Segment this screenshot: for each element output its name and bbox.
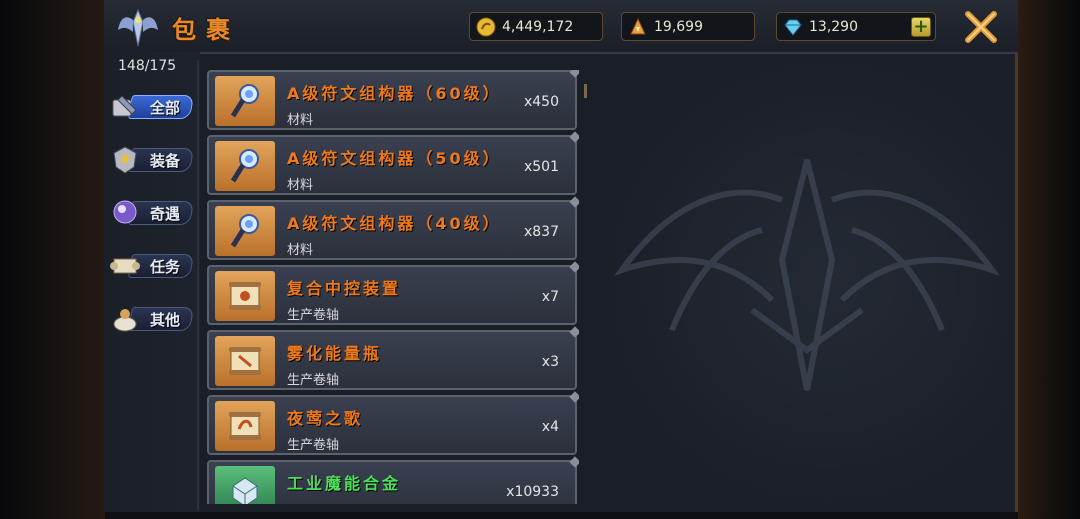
diamond-value: 13,290	[809, 18, 858, 35]
tab-quest[interactable]: 任务	[108, 249, 195, 283]
item-icon-frame	[215, 336, 275, 386]
item-name: A级符文组构器（50级）	[287, 149, 502, 168]
production-scroll-icon	[229, 412, 261, 440]
energy-crystal-icon	[630, 17, 646, 34]
item-name: A级符文组构器（60级）	[287, 84, 502, 103]
list-item[interactable]: A级符文组构器（40级） 材料 x837	[207, 200, 577, 260]
item-quantity: x4	[541, 419, 559, 435]
tab-equipment[interactable]: 装备	[108, 143, 195, 177]
sidebar-divider	[197, 60, 199, 510]
tab-all[interactable]: 全部	[108, 90, 195, 124]
item-type: 生产卷轴	[287, 308, 340, 323]
diamond-counter: 13,290 +	[776, 12, 936, 41]
item-quantity: x837	[523, 224, 559, 240]
equipment-icon	[113, 146, 137, 174]
rune-constructor-icon	[230, 149, 259, 183]
close-icon[interactable]	[962, 8, 1000, 46]
background-left	[0, 0, 105, 519]
item-list[interactable]: A级符文组构器（60级） 材料 x450 A级符文组构器（50级） 材料 x50…	[207, 70, 579, 504]
list-item[interactable]: 工业魔能合金 x10933	[207, 460, 577, 504]
winged-crest-icon	[118, 8, 158, 47]
list-scrollbar[interactable]	[584, 84, 587, 98]
gold-counter: 4,449,172	[469, 12, 603, 41]
tab-all-label: 全部	[150, 99, 181, 117]
item-type: 材料	[287, 113, 314, 128]
list-item[interactable]: A级符文组构器（50级） 材料 x501	[207, 135, 577, 195]
list-item[interactable]: 夜莺之歌 生产卷轴 x4	[207, 395, 577, 455]
gold-value: 4,449,172	[502, 18, 574, 35]
item-icon-frame	[215, 466, 275, 504]
quest-scroll-icon	[110, 258, 140, 274]
tab-other[interactable]: 其他	[108, 302, 195, 336]
item-type: 材料	[287, 243, 314, 258]
list-item[interactable]: 雾化能量瓶 生产卷轴 x3	[207, 330, 577, 390]
adventure-icon	[113, 200, 137, 224]
item-name: 复合中控装置	[287, 279, 402, 298]
production-scroll-icon	[229, 282, 261, 310]
other-items-icon	[113, 309, 137, 332]
item-type: 生产卷轴	[287, 438, 340, 453]
item-name: 夜莺之歌	[287, 409, 364, 428]
energy-value: 19,699	[654, 18, 703, 35]
item-name: 雾化能量瓶	[287, 344, 383, 363]
item-icon-frame	[215, 141, 275, 191]
item-quantity: x3	[541, 354, 559, 370]
item-quantity: x450	[523, 94, 559, 110]
item-name: 工业魔能合金	[287, 474, 402, 493]
background-right	[1018, 0, 1080, 519]
item-quantity: x10933	[506, 484, 559, 500]
item-icon-frame	[215, 401, 275, 451]
tab-quest-label: 任务	[150, 258, 181, 276]
rune-constructor-icon	[230, 84, 259, 118]
tab-equipment-label: 装备	[150, 152, 181, 170]
add-diamond-button[interactable]: +	[911, 17, 931, 37]
rune-constructor-icon	[230, 214, 259, 248]
tab-other-label: 其他	[150, 311, 181, 329]
item-type: 生产卷轴	[287, 373, 340, 388]
item-icon-frame	[215, 271, 275, 321]
tab-adventure[interactable]: 奇遇	[108, 196, 195, 230]
guild-emblem-icon	[614, 159, 1000, 391]
all-items-icon	[112, 95, 137, 117]
bag-capacity: 148/175	[118, 58, 177, 74]
energy-counter: 19,699	[621, 12, 755, 41]
item-icon-frame	[215, 76, 275, 126]
gold-coin-icon	[476, 17, 496, 36]
tab-adventure-label: 奇遇	[150, 205, 181, 223]
production-scroll-icon	[229, 347, 261, 375]
alloy-icon	[232, 477, 258, 504]
list-item[interactable]: 复合中控装置 生产卷轴 x7	[207, 265, 577, 325]
item-quantity: x501	[523, 159, 559, 175]
list-item[interactable]: A级符文组构器（60级） 材料 x450	[207, 70, 577, 130]
item-name: A级符文组构器（40级）	[287, 214, 502, 233]
item-quantity: x7	[541, 289, 559, 305]
item-type: 材料	[287, 178, 314, 193]
item-icon-frame	[215, 206, 275, 256]
page-title: 包裹	[172, 16, 240, 44]
diamond-icon	[784, 19, 802, 36]
